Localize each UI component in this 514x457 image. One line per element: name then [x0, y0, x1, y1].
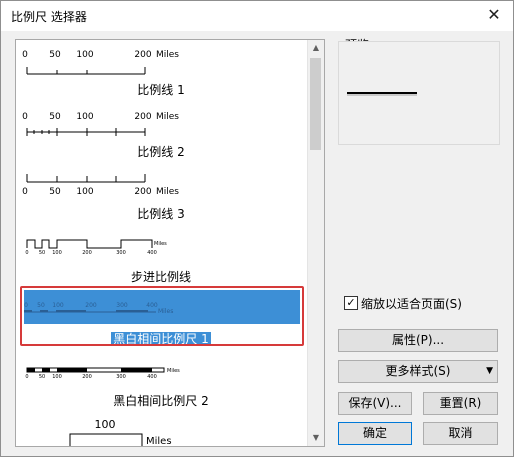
- list-item[interactable]: 100 Miles: [16, 412, 306, 447]
- tick-label: 400: [147, 250, 157, 256]
- close-icon[interactable]: ✕: [483, 4, 505, 26]
- list-item-label: 黑白相间比例尺 2: [113, 394, 209, 408]
- list-item[interactable]: 0 50 100 200 Miles 比例线 1: [16, 40, 306, 102]
- tick-label: 0: [22, 50, 28, 60]
- scale-bar-graphic: [26, 128, 146, 136]
- list-item[interactable]: 0 50 100 200 Miles 比例线 3: [16, 164, 306, 226]
- tick-label: 100: [76, 112, 93, 122]
- vertical-scrollbar[interactable]: ▲ ▼: [307, 40, 324, 446]
- scroll-down-icon[interactable]: ▼: [308, 430, 324, 446]
- tick-label: 200: [134, 187, 151, 197]
- list-item[interactable]: 0 50 100 200 300 400 Miles 黑白相间比例尺 2: [16, 360, 306, 412]
- tick-label: 100: [76, 187, 93, 197]
- tick-label: 50: [49, 50, 61, 60]
- tick-label: 200: [134, 50, 151, 60]
- scale-bar-graphic: [26, 174, 146, 183]
- list-item[interactable]: 0 50 100 200 300 400 Miles 步进比例线: [16, 226, 306, 286]
- tick-label: 50: [49, 187, 61, 197]
- tick-label: 200: [82, 374, 92, 380]
- list-item-label: 步进比例线: [130, 270, 191, 284]
- tick-label: 50: [49, 112, 61, 122]
- tick-label: 100: [52, 374, 62, 380]
- cancel-button[interactable]: 取消: [423, 422, 498, 445]
- scroll-up-icon[interactable]: ▲: [308, 40, 324, 56]
- list-item[interactable]: 0 50 100 200 Miles 比例线 2: [16, 102, 306, 164]
- list-item-label: 比例线 3: [137, 207, 185, 221]
- scale-bar-graphic: [69, 433, 143, 446]
- list-item-label: 比例线 2: [137, 145, 185, 159]
- tick-label: 50: [39, 250, 45, 256]
- scale-bar-graphic: [26, 239, 153, 249]
- tick-label: 0: [25, 250, 28, 256]
- save-button[interactable]: 保存(V)...: [338, 392, 412, 415]
- unit-label: Miles: [156, 112, 179, 122]
- reset-button[interactable]: 重置(R): [423, 392, 498, 415]
- tick-label: 200: [82, 250, 92, 256]
- tick-label: 300: [116, 374, 126, 380]
- tick-label: 0: [22, 187, 28, 197]
- title-bar: 比例尺 选择器 ✕: [1, 1, 513, 31]
- scale-bar-list[interactable]: 0 50 100 200 Miles 比例线 1 0 50 100 200 Mi…: [15, 39, 325, 447]
- tick-label: 0: [25, 374, 28, 380]
- tick-label: 400: [147, 374, 157, 380]
- scrollbar-thumb[interactable]: [310, 58, 321, 150]
- highlight-frame: [20, 286, 304, 346]
- more-styles-button[interactable]: 更多样式(S) ▼: [338, 360, 498, 383]
- scale-bar-selector-dialog: 比例尺 选择器 ✕ 0 50 100 200 Miles 比例线 1 0 50 …: [0, 0, 514, 457]
- tick-label: 50: [39, 374, 45, 380]
- preview-box: [338, 41, 500, 145]
- window-title: 比例尺 选择器: [11, 10, 87, 24]
- tick-label: 300: [116, 250, 126, 256]
- unit-label: Miles: [154, 241, 167, 247]
- tick-label: 100: [95, 418, 116, 431]
- list-item-label: 比例线 1: [137, 83, 185, 97]
- unit-label: Miles: [156, 50, 179, 60]
- tick-label: 100: [52, 250, 62, 256]
- fit-to-page-checkbox[interactable]: ✓: [344, 296, 358, 310]
- tick-label: 200: [134, 112, 151, 122]
- unit-label: Miles: [146, 436, 172, 447]
- tick-label: 0: [22, 112, 28, 122]
- fit-to-page-label: 缩放以适合页面(S): [361, 297, 462, 311]
- preview-scale-bar: [347, 92, 417, 96]
- unit-label: Miles: [156, 187, 179, 197]
- properties-button[interactable]: 属性(P)...: [338, 329, 498, 352]
- unit-label: Miles: [167, 368, 180, 374]
- scale-bar-graphic: [26, 367, 165, 373]
- tick-label: 100: [76, 50, 93, 60]
- dropdown-arrow-icon: ▼: [486, 366, 493, 376]
- scale-bar-graphic: [26, 67, 146, 75]
- ok-button[interactable]: 确定: [338, 422, 412, 445]
